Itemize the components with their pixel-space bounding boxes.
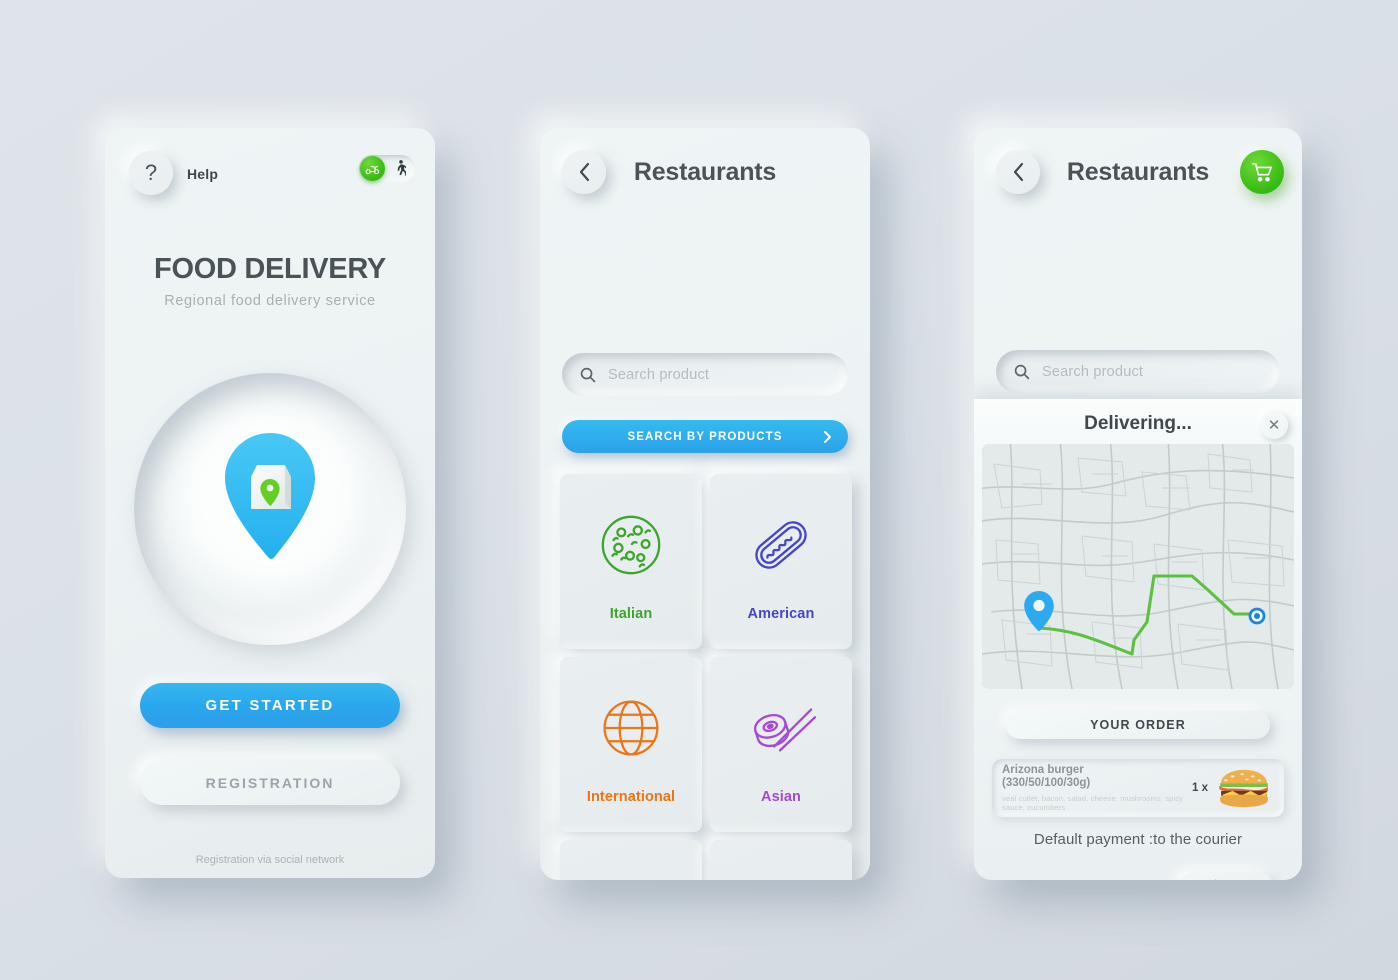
delivery-map[interactable] — [982, 444, 1294, 689]
page-title: Restaurants — [633, 158, 777, 186]
search-icon — [1014, 364, 1030, 379]
category-card-asian[interactable]: Asian — [710, 657, 852, 832]
order-item-weights: (330/50/100/30g) — [1002, 777, 1091, 789]
category-label: American — [747, 605, 815, 622]
delivery-mode-toggle[interactable] — [359, 155, 415, 182]
scooter-icon — [360, 156, 385, 181]
phone-screen-delivery: Restaurants Search product Delivering...… — [974, 128, 1302, 880]
cart-button[interactable] — [1240, 150, 1284, 194]
payment-method-note: Default payment :to the courier — [1033, 831, 1243, 848]
app-title: FOOD DELIVERY — [154, 253, 386, 285]
category-label: International — [586, 788, 676, 805]
close-button[interactable]: ✕ — [1260, 411, 1288, 439]
total-value: $15 — [1178, 872, 1274, 880]
category-card-american[interactable]: American — [710, 474, 852, 649]
app-subtitle: Regional food delivery service — [164, 293, 376, 309]
social-registration-note: Registration via social network — [195, 854, 345, 866]
chevron-right-icon — [823, 430, 832, 444]
pizza-icon — [597, 502, 665, 588]
order-item-name: Arizona burger — [1002, 763, 1084, 776]
category-grid: Italian American International Asian — [560, 474, 852, 880]
registration-button[interactable]: REGISTRATION — [140, 760, 400, 805]
hamburger-image — [1214, 766, 1274, 810]
search-icon — [580, 367, 596, 382]
search-input[interactable]: Search product — [996, 350, 1280, 393]
walking-person-icon — [385, 160, 415, 177]
circle-target-icon — [1248, 607, 1266, 625]
get-started-button[interactable]: GET STARTED — [140, 683, 400, 728]
order-item-ingredients: veal cutlet, bacon, salad, cheese, mushr… — [1002, 793, 1184, 813]
phone-screen-categories: Restaurants Search product SEARCH BY PRO… — [540, 128, 870, 880]
category-card-mexican[interactable]: Mexican — [710, 840, 852, 880]
map-pin-with-food-bag-icon — [225, 433, 315, 559]
question-mark-icon: ? — [144, 160, 158, 185]
delivering-title: Delivering... — [1084, 413, 1192, 434]
hotdog-icon — [747, 502, 815, 588]
category-label: Italian — [609, 605, 653, 622]
delivering-panel: Delivering... ✕ YOUR ORDER Arizona burge… — [974, 399, 1302, 880]
category-card-italian[interactable]: Italian — [560, 474, 702, 649]
hero-illustration — [134, 373, 406, 645]
order-item-quantity: 1 x — [1192, 782, 1208, 794]
taco-icon — [745, 868, 817, 881]
your-order-button[interactable]: YOUR ORDER — [1006, 711, 1270, 739]
screenshot-stage: ? Help FOOD DELIVERY Regional food deliv… — [0, 0, 1398, 980]
sushi-icon — [745, 685, 817, 771]
search-placeholder: Search product — [1042, 363, 1144, 380]
search-input[interactable]: Search product — [562, 353, 848, 396]
search-by-products-label: SEARCH BY PRODUCTS — [627, 430, 783, 443]
category-card-international[interactable]: International — [560, 657, 702, 832]
search-placeholder: Search product — [608, 366, 710, 383]
shopping-cart-icon — [1252, 163, 1272, 182]
category-card-vegetarian[interactable]: Vegetarian — [560, 840, 702, 880]
search-by-products-button[interactable]: SEARCH BY PRODUCTS — [562, 420, 848, 453]
order-item-row: Arizona burger (330/50/100/30g) veal cut… — [992, 759, 1284, 817]
phone-screen-onboarding: ? Help FOOD DELIVERY Regional food deliv… — [105, 128, 435, 878]
globe-icon — [598, 685, 664, 771]
help-button[interactable]: ? — [129, 151, 173, 195]
leaves-icon — [596, 868, 666, 881]
help-label: Help — [187, 166, 219, 182]
close-icon: ✕ — [1267, 417, 1281, 434]
category-label: Asian — [761, 788, 801, 805]
